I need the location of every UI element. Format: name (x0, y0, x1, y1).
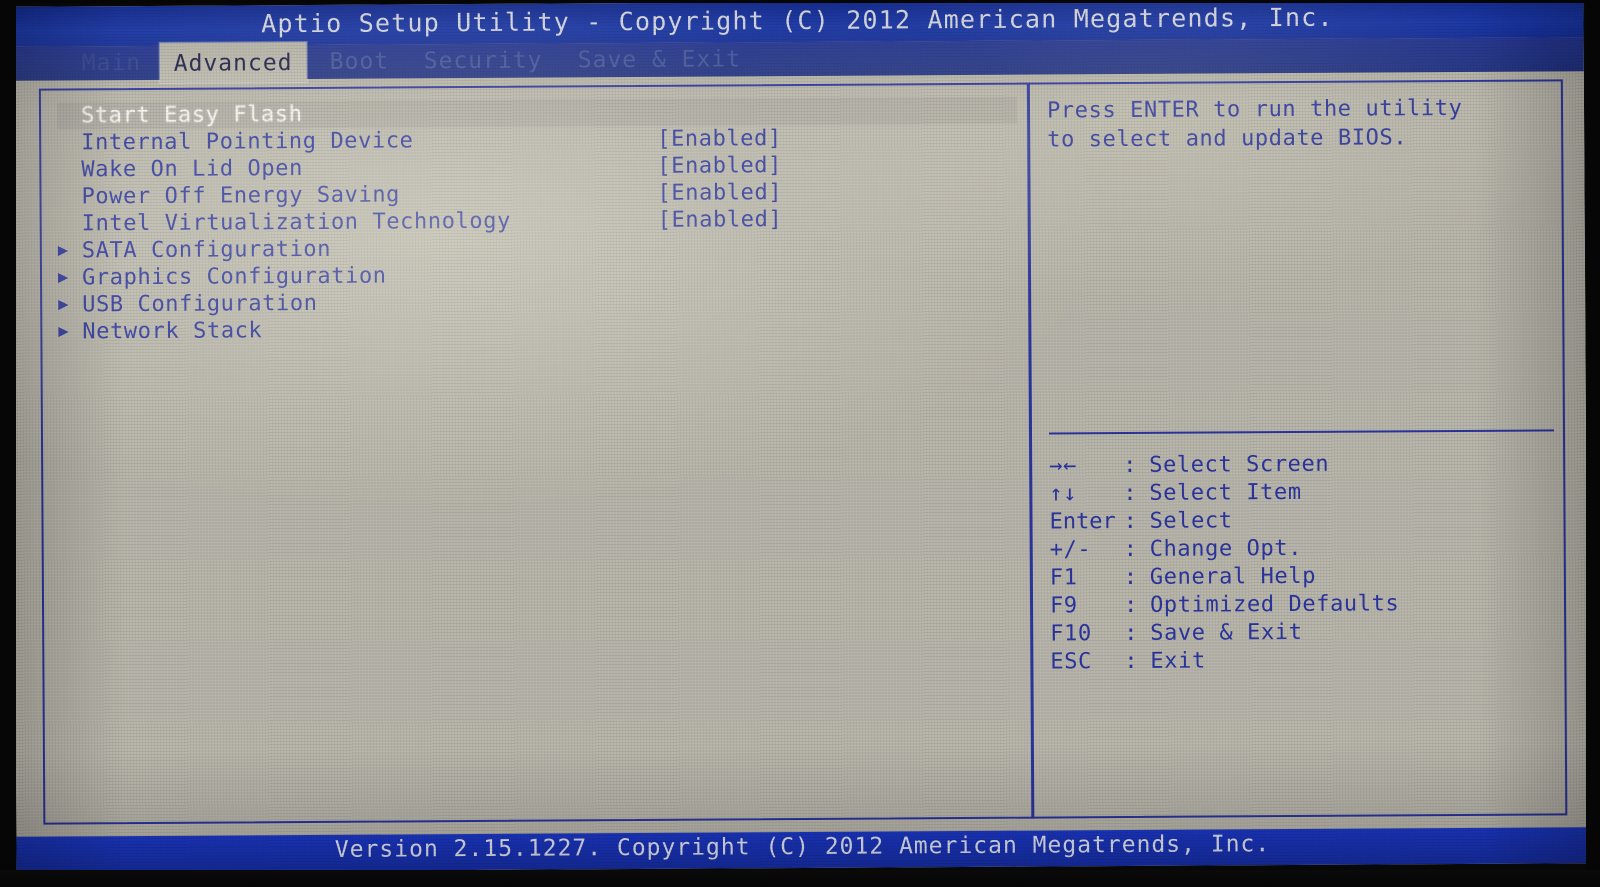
key-legend-desc: General Help (1149, 563, 1317, 590)
enter-key-icon: Enter (1049, 509, 1116, 535)
setting-value[interactable]: [Enabled] (657, 179, 782, 207)
key-legend-desc: Select (1149, 508, 1233, 534)
key-legend-colon: : (1123, 592, 1138, 619)
key-legend-row-optimized-defaults: F9 : Optimized Defaults (1050, 589, 1570, 620)
setting-value[interactable]: [Enabled] (657, 125, 782, 153)
arrow-left-right-icon: →← (1049, 453, 1077, 479)
key-legend-row-select-item: ↑↓ : Select Item (1049, 477, 1569, 508)
key-legend-list: →← : Select Screen ↑↓ : Select Item Ente… (1049, 449, 1570, 676)
version-text: Version 2.15.1227. Copyright (C) 2012 Am… (334, 831, 1271, 863)
setting-label: Power Off Energy Saving (81, 182, 401, 210)
setting-label: SATA Configuration (81, 236, 332, 264)
bios-screen-photo: Aptio Setup Utility - Copyright (C) 2012… (0, 0, 1600, 887)
submenu-arrow-icon: ▶ (57, 240, 69, 261)
help-text-line-2: to select and update BIOS. (1047, 125, 1408, 153)
settings-list: Start Easy Flash Internal Pointing Devic… (56, 96, 1018, 346)
bezel-left (0, 0, 16, 887)
key-legend-row-select-screen: →← : Select Screen (1049, 449, 1569, 480)
key-legend-colon: : (1123, 480, 1137, 507)
key-legend-row-save-exit: F10 : Save & Exit (1050, 617, 1570, 648)
setting-label: Wake On Lid Open (81, 156, 303, 183)
setting-label: USB Configuration (82, 290, 318, 318)
tab-boot[interactable]: Boot (330, 45, 390, 79)
key-legend-colon: : (1123, 452, 1137, 479)
help-panel: Press ENTER to run the utility to select… (1047, 93, 1557, 154)
key-legend-row-general-help: F1 : General Help (1050, 561, 1570, 592)
key-legend-colon: : (1123, 508, 1137, 535)
tab-advanced[interactable]: Advanced (159, 42, 307, 83)
bezel-top (0, 0, 1600, 3)
setting-label: Intel Virtualization Technology (81, 208, 511, 237)
key-legend-colon: : (1124, 648, 1138, 675)
key-legend-desc: Select Screen (1149, 451, 1330, 478)
key-legend-desc: Optimized Defaults (1149, 591, 1400, 618)
tab-main[interactable]: Main (82, 46, 142, 80)
bezel-right (1586, 0, 1600, 887)
submenu-arrow-icon: ▶ (57, 267, 69, 288)
key-legend-desc: Save & Exit (1150, 619, 1303, 646)
key-legend-colon: : (1123, 564, 1138, 591)
setting-label: Graphics Configuration (81, 263, 387, 291)
key-legend-desc: Exit (1150, 648, 1206, 674)
app-title: Aptio Setup Utility - Copyright (C) 2012… (261, 2, 1334, 39)
key-legend-colon: : (1124, 620, 1138, 647)
setting-label: Start Easy Flash (80, 102, 303, 129)
setting-label: Internal Pointing Device (81, 128, 414, 156)
tab-security[interactable]: Security (424, 44, 543, 79)
key-legend-row-change-opt: +/- : Change Opt. (1050, 533, 1570, 564)
setting-label: Network Stack (82, 318, 263, 345)
key-legend-colon: : (1123, 536, 1138, 563)
setting-value[interactable]: [Enabled] (657, 152, 782, 180)
arrow-up-down-icon: ↑↓ (1049, 481, 1078, 507)
tab-save-exit[interactable]: Save & Exit (578, 42, 742, 77)
submenu-arrow-icon: ▶ (58, 321, 69, 342)
esc-key-icon: ESC (1050, 649, 1093, 675)
bezel-bottom (0, 870, 1600, 887)
submenu-arrow-icon: ▶ (58, 294, 69, 315)
bios-setup-screen: Aptio Setup Utility - Copyright (C) 2012… (11, 0, 1589, 873)
setting-value[interactable]: [Enabled] (658, 206, 783, 234)
key-legend-row-enter-select: Enter : Select (1049, 505, 1569, 536)
key-legend-row-exit: ESC : Exit (1050, 645, 1570, 676)
main-content-area: Start Easy Flash Internal Pointing Devic… (11, 71, 1589, 837)
key-legend-desc: Change Opt. (1149, 535, 1303, 562)
key-legend-desc: Select Item (1149, 479, 1302, 506)
plus-minus-key-icon: +/- (1049, 537, 1092, 563)
help-text-line-1: Press ENTER to run the utility (1046, 95, 1463, 124)
f10-key-icon: F10 (1050, 621, 1092, 647)
f1-key-icon: F1 (1049, 565, 1078, 591)
f9-key-icon: F9 (1049, 593, 1078, 619)
